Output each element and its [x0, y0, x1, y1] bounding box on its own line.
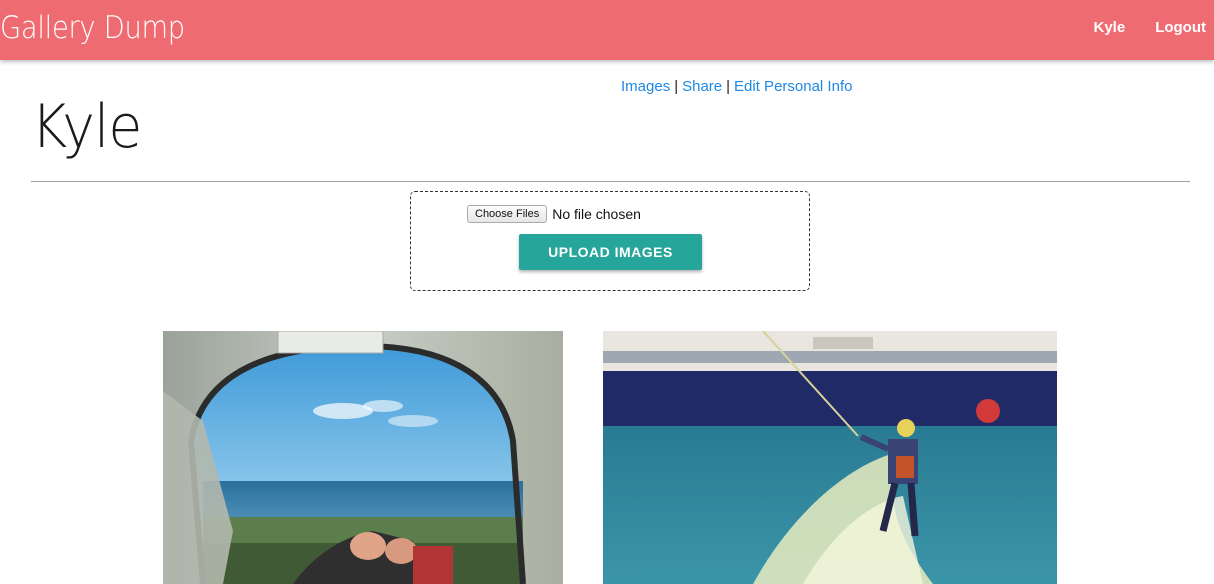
- gallery-image-tent-beach[interactable]: [163, 331, 563, 584]
- images-link[interactable]: Images: [621, 78, 670, 95]
- top-navbar: Gallery Dump Kyle Logout: [0, 0, 1214, 60]
- upload-dropzone[interactable]: Choose Files No file chosen UPLOAD IMAGE…: [410, 191, 810, 291]
- page-title: Kyle: [31, 92, 142, 162]
- file-input[interactable]: Choose Files No file chosen: [467, 205, 641, 223]
- separator: |: [674, 78, 679, 95]
- navbar-right: Kyle Logout: [1094, 19, 1207, 36]
- separator: |: [726, 78, 731, 95]
- profile-subnav: Images | Share | Edit Personal Info: [621, 78, 852, 95]
- share-link[interactable]: Share: [682, 78, 722, 95]
- edit-personal-info-link[interactable]: Edit Personal Info: [734, 78, 852, 95]
- gallery-image-wakeboard[interactable]: [603, 331, 1057, 584]
- file-status-text: No file chosen: [552, 206, 641, 222]
- tent-beach-photo: [163, 331, 563, 584]
- choose-files-button[interactable]: Choose Files: [467, 205, 548, 223]
- nav-user-link[interactable]: Kyle: [1094, 19, 1126, 36]
- nav-logout-link[interactable]: Logout: [1155, 19, 1206, 36]
- divider: [31, 181, 1190, 182]
- wakeboard-photo: [603, 331, 1057, 584]
- brand-logo[interactable]: Gallery Dump: [0, 10, 185, 46]
- upload-images-button[interactable]: UPLOAD IMAGES: [519, 234, 702, 270]
